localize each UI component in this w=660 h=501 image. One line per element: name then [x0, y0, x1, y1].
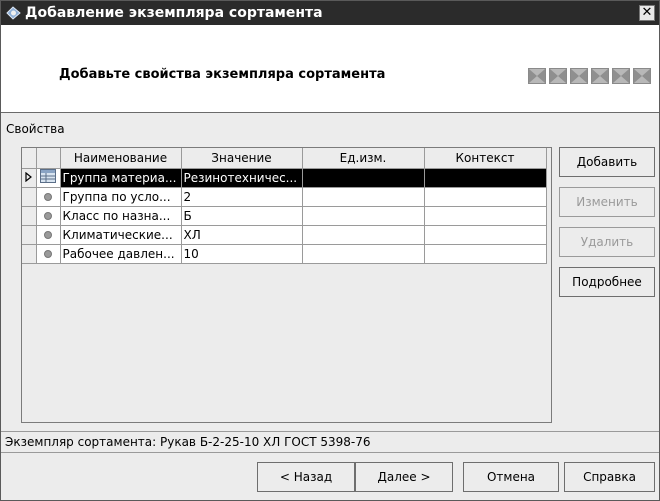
cell-context[interactable] — [424, 187, 547, 207]
dot-icon — [44, 231, 52, 239]
properties-grid[interactable]: Наименование Значение Ед.изм. Контекст Г… — [21, 147, 552, 423]
cell-value[interactable]: Б — [181, 206, 303, 226]
row-indicator — [22, 187, 37, 207]
cell-context[interactable] — [424, 206, 547, 226]
cell-name[interactable]: Климатические... — [60, 225, 182, 245]
close-icon: ✕ — [641, 5, 653, 20]
column-header-name[interactable]: Наименование — [60, 148, 182, 169]
table-row[interactable]: Рабочее давлен... 10 — [22, 244, 547, 264]
triangle-right-icon — [25, 171, 32, 182]
cell-context[interactable] — [424, 225, 547, 245]
column-header-value[interactable]: Значение — [181, 148, 303, 169]
cell-value[interactable]: 10 — [181, 244, 303, 264]
step-icon — [612, 68, 630, 84]
dialog-window: Добавление экземпляра сортамента ✕ Добав… — [0, 0, 660, 501]
table-row[interactable]: Класс по назна... Б — [22, 206, 547, 226]
cell-unit[interactable] — [302, 244, 425, 264]
cell-context[interactable] — [424, 244, 547, 264]
cell-value[interactable]: 2 — [181, 187, 303, 207]
row-icon-cell — [36, 187, 61, 207]
icon-header — [36, 148, 61, 169]
title-bar[interactable]: Добавление экземпляра сортамента ✕ — [1, 1, 659, 25]
help-button[interactable]: Справка — [564, 462, 655, 492]
cell-unit[interactable] — [302, 187, 425, 207]
row-icon-cell — [36, 206, 61, 226]
cell-value[interactable]: Резинотехничес... — [181, 168, 303, 188]
next-button[interactable]: Далее > — [355, 462, 453, 492]
cell-name[interactable]: Рабочее давлен... — [60, 244, 182, 264]
assortment-app-icon — [6, 6, 21, 20]
step-icon — [570, 68, 588, 84]
row-icon-cell — [36, 225, 61, 245]
group-table-icon — [40, 169, 56, 183]
step-icon — [591, 68, 609, 84]
edit-button[interactable]: Изменить — [559, 187, 655, 217]
table-row[interactable]: Группа по усло... 2 — [22, 187, 547, 207]
back-button[interactable]: < Назад — [257, 462, 355, 492]
wizard-header: Добавьте свойства экземпляра сортамента — [1, 25, 659, 113]
wizard-steps — [528, 68, 651, 84]
cell-name[interactable]: Класс по назна... — [60, 206, 182, 226]
step-icon — [549, 68, 567, 84]
window-title: Добавление экземпляра сортамента — [25, 5, 323, 21]
dot-icon — [44, 212, 52, 220]
row-indicator — [22, 225, 37, 245]
table-row[interactable]: Группа материа... Резинотехничес... — [22, 168, 547, 188]
header-instruction: Добавьте свойства экземпляра сортамента — [59, 67, 386, 82]
indicator-header — [22, 148, 37, 169]
cell-context[interactable] — [424, 168, 547, 188]
column-header-unit[interactable]: Ед.изм. — [302, 148, 425, 169]
add-button[interactable]: Добавить — [559, 147, 655, 177]
table-row[interactable]: Климатические... ХЛ — [22, 225, 547, 245]
cell-value[interactable]: ХЛ — [181, 225, 303, 245]
row-icon-cell — [36, 168, 61, 188]
row-icon-cell — [36, 244, 61, 264]
cell-unit[interactable] — [302, 168, 425, 188]
cell-unit[interactable] — [302, 225, 425, 245]
delete-button[interactable]: Удалить — [559, 227, 655, 257]
current-row-indicator — [22, 168, 37, 188]
properties-table: Наименование Значение Ед.изм. Контекст Г… — [22, 148, 547, 264]
details-button[interactable]: Подробнее — [559, 267, 655, 297]
cell-name[interactable]: Группа материа... — [60, 168, 182, 188]
status-bar: Экземпляр сортамента: Рукав Б-2-25-10 ХЛ… — [1, 431, 659, 453]
cell-name[interactable]: Группа по усло... — [60, 187, 182, 207]
properties-label: Свойства — [6, 122, 65, 136]
row-indicator — [22, 244, 37, 264]
step-icon — [633, 68, 651, 84]
column-header-context[interactable]: Контекст — [424, 148, 547, 169]
cell-unit[interactable] — [302, 206, 425, 226]
dot-icon — [44, 250, 52, 258]
cancel-button[interactable]: Отмена — [463, 462, 559, 492]
close-button[interactable]: ✕ — [639, 5, 655, 21]
dot-icon — [44, 193, 52, 201]
step-icon — [528, 68, 546, 84]
row-indicator — [22, 206, 37, 226]
